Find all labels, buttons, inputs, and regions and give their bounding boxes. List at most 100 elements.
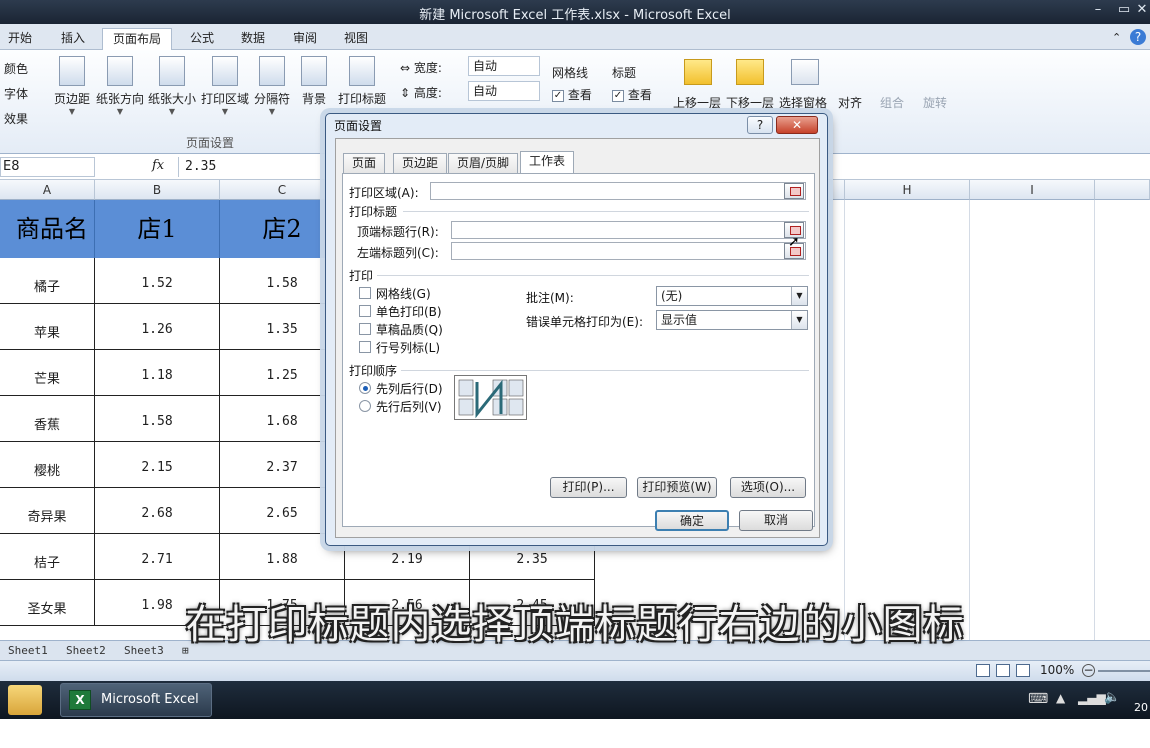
group-page-setup-label: 页面设置 xyxy=(186,136,235,150)
cell-product-name[interactable]: 奇异果 xyxy=(0,488,95,534)
help-icon[interactable]: ? xyxy=(1130,29,1146,45)
cell-store1[interactable]: 2.15 xyxy=(95,442,220,488)
normal-view-icon[interactable] xyxy=(976,664,990,677)
collapse-ribbon-icon[interactable]: ⌃ xyxy=(1112,28,1121,50)
header-cell-product[interactable]: 商品名称 xyxy=(0,200,95,258)
column-header-j[interactable] xyxy=(1095,180,1150,200)
volume-icon[interactable]: 🔈 xyxy=(1104,690,1120,705)
zoom-level[interactable]: 100% xyxy=(1040,663,1074,677)
cell-product-name[interactable]: 樱桃 xyxy=(0,442,95,488)
cols-to-repeat-input[interactable] xyxy=(451,242,806,260)
down-then-over-radio[interactable] xyxy=(359,382,371,394)
gridlines-checkbox[interactable] xyxy=(359,287,371,299)
tab-page[interactable]: 页面 xyxy=(343,153,386,173)
insert-function-icon[interactable]: fx xyxy=(152,158,164,173)
rotate-button[interactable]: 旋转 xyxy=(923,94,947,111)
cell-store1[interactable]: 1.18 xyxy=(95,350,220,396)
tab-data[interactable]: 数据 xyxy=(241,28,265,50)
keyboard-icon[interactable]: ⌨ xyxy=(1028,691,1048,707)
cell-product-name[interactable]: 苹果 xyxy=(0,304,95,350)
page-order-preview-icon xyxy=(454,375,527,420)
column-header-a[interactable]: A xyxy=(0,180,95,200)
tab-home[interactable]: 开始 xyxy=(8,28,32,50)
cell-store1[interactable]: 1.58 xyxy=(95,396,220,442)
tab-header-footer[interactable]: 页眉/页脚 xyxy=(448,153,519,173)
background-button[interactable]: 背景 xyxy=(299,56,329,107)
column-header-h[interactable]: H xyxy=(845,180,970,200)
group-button[interactable]: 组合 xyxy=(880,94,904,111)
zoom-out-icon[interactable]: − xyxy=(1082,664,1095,677)
taskbar-excel-item[interactable]: X Microsoft Excel ... xyxy=(60,683,212,739)
theme-effects[interactable]: 效果 xyxy=(4,110,28,127)
theme-fonts[interactable]: 字体 xyxy=(4,85,28,102)
tab-margins[interactable]: 页边距 xyxy=(393,153,448,173)
dialog-help-button[interactable]: ? xyxy=(747,116,773,134)
height-select[interactable]: 自动 xyxy=(468,81,540,101)
cancel-button[interactable]: 取消 xyxy=(739,510,813,531)
network-icon[interactable]: ▂▄▆ xyxy=(1078,691,1106,705)
tab-review[interactable]: 审阅 xyxy=(293,28,317,50)
bring-forward-icon xyxy=(684,59,712,85)
mouse-cursor-icon: ➚ xyxy=(788,234,800,250)
column-header-b[interactable]: B xyxy=(95,180,220,200)
cell-product-name[interactable]: 桔子 xyxy=(0,534,95,580)
cell-store1[interactable]: 2.71 xyxy=(95,534,220,580)
tab-sheet[interactable]: 工作表 xyxy=(520,151,575,174)
options-button[interactable]: 选项(O)... xyxy=(730,477,806,498)
print-area-collapse-icon[interactable] xyxy=(784,183,804,199)
explorer-icon[interactable] xyxy=(8,685,42,715)
header-cell-store1[interactable]: 店1 xyxy=(95,200,220,258)
separator xyxy=(401,370,809,371)
breaks-button[interactable]: 分隔符 ▼ xyxy=(252,56,292,116)
margins-button[interactable]: 页边距 ▼ xyxy=(52,56,92,116)
over-then-down-radio[interactable] xyxy=(359,400,371,412)
cell-errors-dropdown[interactable]: 显示值 ▼ xyxy=(656,310,808,330)
align-button[interactable]: 对齐 xyxy=(838,94,862,111)
cell-product-name[interactable]: 香蕉 xyxy=(0,396,95,442)
page-layout-view-icon[interactable] xyxy=(996,664,1010,677)
width-select[interactable]: 自动 xyxy=(468,56,540,76)
cell-store1[interactable]: 2.68 xyxy=(95,488,220,534)
cell-store1[interactable]: 1.26 xyxy=(95,304,220,350)
over-then-down-label: 先行后列(V) xyxy=(376,400,442,414)
print-area-button[interactable]: 打印区域 ▼ xyxy=(200,56,250,116)
zoom-slider[interactable] xyxy=(1098,670,1150,672)
send-backward-button[interactable]: 下移一层 xyxy=(726,94,774,111)
rows-to-repeat-input[interactable] xyxy=(451,221,806,239)
breaks-icon xyxy=(259,56,285,86)
tab-page-layout[interactable]: 页面布局 xyxy=(102,28,173,50)
bring-forward-button[interactable]: 上移一层 xyxy=(673,94,721,111)
theme-colors[interactable]: 颜色 xyxy=(4,60,28,77)
clock[interactable]: 20 xyxy=(1134,701,1148,714)
headings-view-checkbox[interactable]: ✓ 查看 xyxy=(612,86,652,103)
tray-arrow-icon[interactable]: ▲ xyxy=(1056,691,1065,705)
selection-pane-button[interactable]: 选择窗格 xyxy=(779,94,827,111)
close-window-button[interactable]: ✕ xyxy=(1134,0,1150,20)
gridlines-group-label: 网格线 xyxy=(552,66,589,80)
gridlines-view-checkbox[interactable]: ✓ 查看 xyxy=(552,86,592,103)
tab-view[interactable]: 视图 xyxy=(344,28,368,50)
print-area-input[interactable] xyxy=(430,182,806,200)
size-icon xyxy=(159,56,185,86)
print-titles-icon xyxy=(349,56,375,86)
print-button[interactable]: 打印(P)... xyxy=(550,477,627,498)
black-white-checkbox[interactable] xyxy=(359,305,371,317)
tab-insert[interactable]: 插入 xyxy=(61,28,85,50)
row-col-headings-checkbox[interactable] xyxy=(359,341,371,353)
draft-quality-checkbox[interactable] xyxy=(359,323,371,335)
print-preview-button[interactable]: 打印预览(W) xyxy=(637,477,717,498)
orientation-button[interactable]: 纸张方向 ▼ xyxy=(95,56,145,116)
cell-product-name[interactable]: 芒果 xyxy=(0,350,95,396)
tab-formulas[interactable]: 公式 xyxy=(190,28,214,50)
cell-store1[interactable]: 1.52 xyxy=(95,258,220,304)
minimize-button[interactable]: – xyxy=(1084,0,1112,20)
print-titles-button[interactable]: 打印标题 xyxy=(336,56,388,107)
cell-product-name[interactable]: 橘子 xyxy=(0,258,95,304)
column-header-i[interactable]: I xyxy=(970,180,1095,200)
name-box[interactable]: E8 xyxy=(0,157,95,177)
comments-dropdown[interactable]: (无) ▼ xyxy=(656,286,808,306)
size-button[interactable]: 纸张大小 ▼ xyxy=(147,56,197,116)
ok-button[interactable]: 确定 xyxy=(655,510,729,531)
page-break-view-icon[interactable] xyxy=(1016,664,1030,677)
dialog-close-button[interactable]: ✕ xyxy=(776,116,818,134)
